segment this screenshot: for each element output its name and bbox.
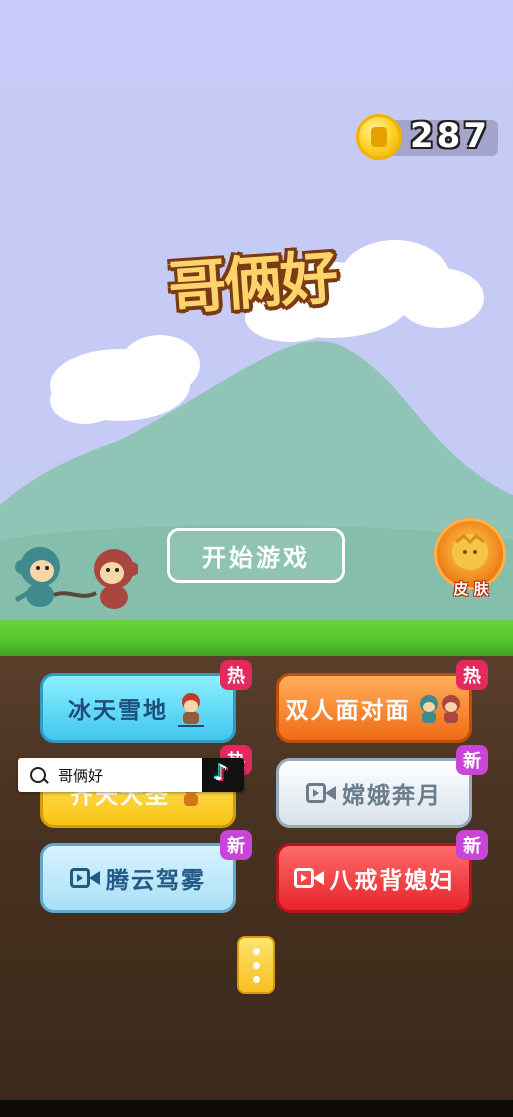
more-dot [253, 962, 260, 969]
snow-monkey-icon [178, 693, 204, 727]
video-icon [293, 867, 324, 889]
start-game-button[interactable]: 开始游戏 [167, 528, 345, 583]
bottom-edge [0, 1100, 513, 1117]
more-dots-icon [253, 948, 260, 955]
mode-label: 冰天雪地 [68, 698, 168, 724]
more-dot [253, 976, 260, 983]
skin-button[interactable]: 皮 肤 [432, 518, 510, 602]
skin-label: 皮 肤 [453, 580, 489, 598]
green-monkey-icon [14, 547, 60, 607]
mode-change-moon-button[interactable]: 嫦娥奔月 [276, 758, 472, 828]
game-screen: 287 哥俩好 开始游戏 皮 肤 冰天雪地 热 双人面对面 热 齐天大圣 嫦娥奔… [0, 0, 513, 1117]
more-options-button[interactable] [237, 936, 275, 994]
gold-coin-icon [356, 114, 402, 160]
video-icon [306, 782, 336, 804]
two-monkeys-icon [419, 695, 460, 723]
mode-ice-snow-button[interactable]: 冰天雪地 [40, 673, 236, 743]
grass-strip [0, 620, 513, 658]
coin-value: 287 [410, 116, 490, 156]
red-monkey-icon [94, 549, 138, 609]
chain-icon [53, 591, 97, 598]
search-icon [30, 767, 46, 783]
mode-bajie-carry-wife-button[interactable]: 八戒背媳妇 [276, 843, 472, 913]
game-title: 哥俩好 [166, 243, 339, 323]
tiktok-icon: ♪ [214, 761, 229, 786]
search-text: 哥俩好 [58, 767, 104, 785]
hot-tag: 热 [456, 660, 488, 690]
video-icon [70, 867, 100, 889]
coin-counter: 287 [356, 114, 498, 160]
monkey-characters [14, 547, 138, 609]
mode-face-to-face-button[interactable]: 双人面对面 [276, 673, 472, 743]
tiktok-button[interactable]: ♪ [202, 758, 244, 792]
mode-label: 双人面对面 [285, 698, 411, 724]
mode-cloud-ride-button[interactable]: 腾云驾雾 [40, 843, 236, 913]
mode-label: 嫦娥奔月 [342, 783, 442, 809]
mode-label: 八戒背媳妇 [329, 868, 455, 894]
new-tag: 新 [456, 745, 488, 775]
new-tag: 新 [456, 830, 488, 860]
new-tag: 新 [220, 830, 252, 860]
hot-tag: 热 [220, 660, 252, 690]
mode-label: 腾云驾雾 [106, 868, 206, 894]
search-overlay-bar[interactable]: 哥俩好 ♪ [18, 758, 244, 792]
